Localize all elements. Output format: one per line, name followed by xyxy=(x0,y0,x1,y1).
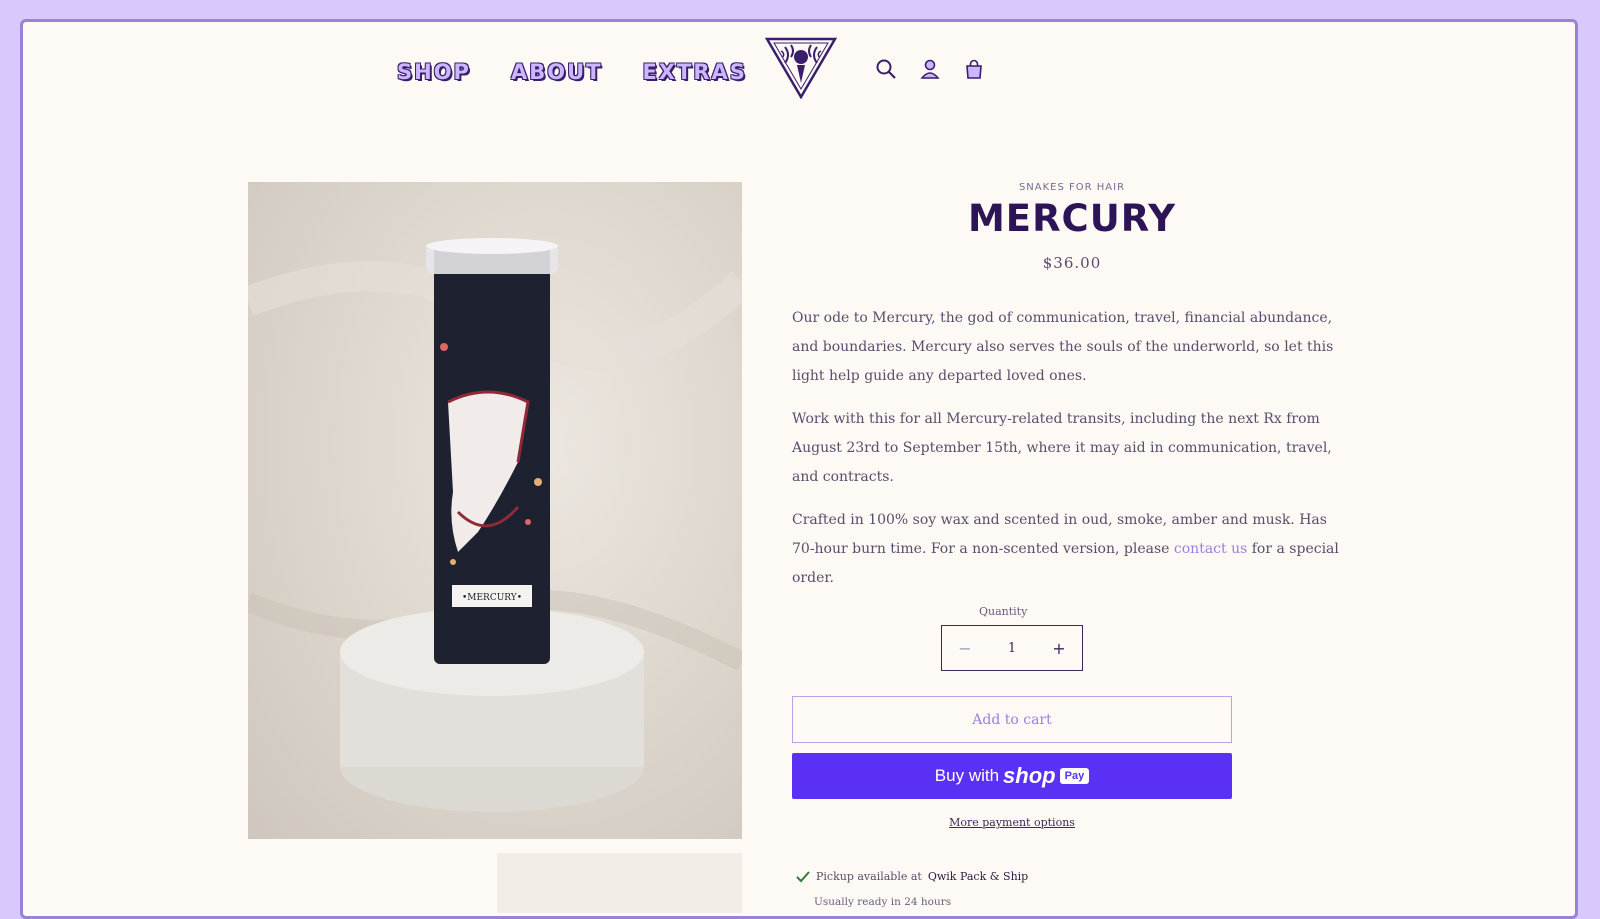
contact-us-link[interactable]: contact us xyxy=(1174,541,1247,557)
logo[interactable] xyxy=(765,37,837,99)
pickup-location: Qwik Pack & Ship xyxy=(927,870,1029,883)
header-icons xyxy=(875,58,985,80)
pickup-availability: Pickup available at Qwik Pack & Ship xyxy=(796,870,1028,883)
cart-icon[interactable] xyxy=(963,58,985,80)
description-paragraph-1: Our ode to Mercury, the god of communica… xyxy=(792,310,1334,384)
pickup-prefix: Pickup available at xyxy=(816,870,922,883)
product-thumbnail[interactable] xyxy=(497,853,742,913)
product-title: MERCURY xyxy=(967,197,1177,240)
nav-shop[interactable]: Shop xyxy=(397,60,471,84)
product-description: Our ode to Mercury, the god of communica… xyxy=(792,304,1352,593)
product-image[interactable]: •MERCURY• xyxy=(248,182,742,839)
search-icon[interactable] xyxy=(875,58,897,80)
candle-illustration: •MERCURY• xyxy=(248,238,742,812)
pickup-ready-time: Usually ready in 24 hours xyxy=(814,896,952,908)
account-icon[interactable] xyxy=(919,58,941,80)
quantity-decrease-button[interactable]: − xyxy=(942,639,988,658)
description-paragraph-3: Crafted in 100% soy wax and scented in o… xyxy=(792,506,1352,593)
quantity-stepper: − 1 + xyxy=(941,625,1083,671)
nav-about[interactable]: About xyxy=(511,60,603,84)
nav-extras[interactable]: Extras xyxy=(642,60,746,84)
add-to-cart-button[interactable]: Add to cart xyxy=(792,696,1232,743)
description-paragraph-2: Work with this for all Mercury-related t… xyxy=(792,411,1332,485)
buy-with-shop-pay-button[interactable]: Buy with shop Pay xyxy=(792,753,1232,799)
candle-label: •MERCURY• xyxy=(462,593,522,603)
quantity-input[interactable]: 1 xyxy=(992,641,1032,656)
product-info: SNAKES FOR HAIR MERCURY $36.00 Our ode t… xyxy=(792,182,1352,908)
quantity-increase-button[interactable]: + xyxy=(1036,639,1082,658)
quantity-label: Quantity xyxy=(979,605,1028,618)
shop-logo-text: shop xyxy=(1003,763,1056,788)
main-nav: Shop About Extras xyxy=(397,60,747,84)
pay-badge: Pay xyxy=(1059,768,1090,784)
more-payment-options-link[interactable]: More payment options xyxy=(792,816,1232,829)
page-frame: Shop About Extras xyxy=(20,19,1578,919)
checkmark-icon xyxy=(796,870,810,882)
buy-with-text: Buy with xyxy=(934,766,1000,785)
product-price: $36.00 xyxy=(1042,254,1102,272)
product-vendor: SNAKES FOR HAIR xyxy=(1018,182,1126,193)
